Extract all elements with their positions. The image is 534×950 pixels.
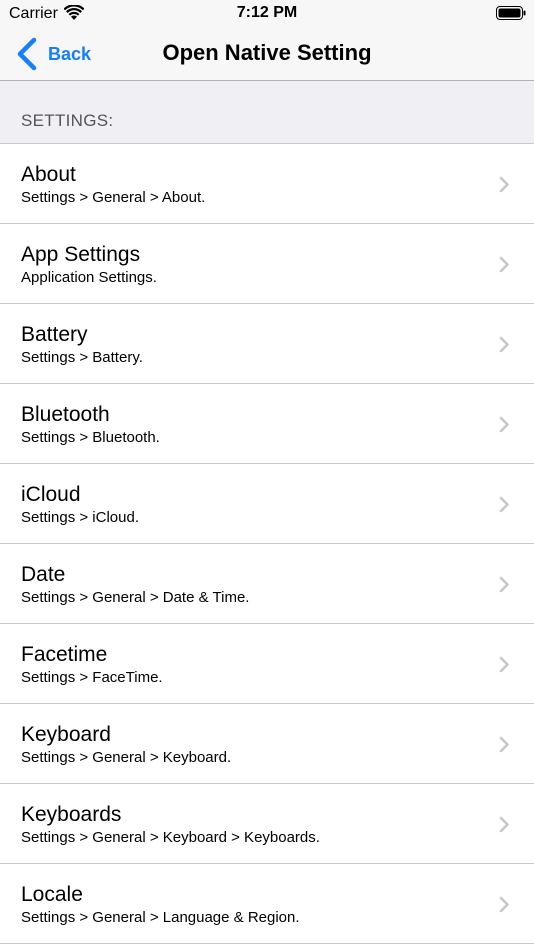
- list-item-app-settings[interactable]: App Settings Application Settings.: [0, 224, 534, 304]
- battery-icon: [496, 6, 526, 20]
- list-item-bluetooth[interactable]: Bluetooth Settings > Bluetooth.: [0, 384, 534, 464]
- chevron-right-icon: [499, 496, 509, 513]
- list-item-subtitle: Settings > General > Date & Time.: [21, 589, 250, 606]
- list-item-title: About: [21, 163, 76, 186]
- list-item-title: Date: [21, 563, 66, 586]
- list-item-icloud[interactable]: iCloud Settings > iCloud.: [0, 464, 534, 544]
- navigation-bar: Back Open Native Setting: [0, 27, 534, 81]
- list-item-subtitle: Settings > General > Keyboard > Keyboard…: [21, 829, 320, 846]
- list-item-title: Bluetooth: [21, 403, 110, 426]
- section-header-label: SETTINGS:: [21, 111, 114, 130]
- status-bar: Carrier 7:12 PM: [0, 0, 534, 27]
- list-item-subtitle: Settings > General > About.: [21, 189, 206, 206]
- list-item-subtitle: Settings > General > Keyboard.: [21, 749, 232, 766]
- list-item-subtitle: Settings > Battery.: [21, 349, 143, 366]
- list-item-title: iCloud: [21, 483, 81, 506]
- section-header: SETTINGS:: [0, 81, 534, 144]
- list-item-subtitle: Settings > iCloud.: [21, 509, 139, 526]
- chevron-right-icon: [499, 176, 509, 193]
- list-item-title: Keyboard: [21, 723, 111, 746]
- list-item-title: Battery: [21, 323, 88, 346]
- list-item-subtitle: Settings > Bluetooth.: [21, 429, 160, 446]
- chevron-right-icon: [499, 576, 509, 593]
- list-item-keyboards[interactable]: Keyboards Settings > General > Keyboard …: [0, 784, 534, 864]
- list-item-title: Keyboards: [21, 803, 122, 826]
- chevron-right-icon: [499, 816, 509, 833]
- list-item-date[interactable]: Date Settings > General > Date & Time.: [0, 544, 534, 624]
- status-time: 7:12 PM: [236, 4, 298, 21]
- settings-list: About Settings > General > About. App Se…: [0, 144, 534, 944]
- list-item-subtitle: Application Settings.: [21, 269, 157, 286]
- list-item-battery[interactable]: Battery Settings > Battery.: [0, 304, 534, 384]
- list-item-about[interactable]: About Settings > General > About.: [0, 144, 534, 224]
- list-item-locale[interactable]: Locale Settings > General > Language & R…: [0, 864, 534, 944]
- chevron-right-icon: [499, 416, 509, 433]
- list-item-keyboard[interactable]: Keyboard Settings > General > Keyboard.: [0, 704, 534, 784]
- chevron-right-icon: [499, 896, 509, 913]
- chevron-right-icon: [499, 656, 509, 673]
- list-item-title: Facetime: [21, 643, 108, 666]
- list-item-title: Locale: [21, 883, 83, 906]
- list-item-subtitle: Settings > FaceTime.: [21, 669, 163, 686]
- page-title: Open Native Setting: [162, 40, 372, 65]
- list-item-subtitle: Settings > General > Language & Region.: [21, 909, 300, 926]
- chevron-right-icon: [499, 736, 509, 753]
- list-item-facetime[interactable]: Facetime Settings > FaceTime.: [0, 624, 534, 704]
- list-item-title: App Settings: [21, 243, 141, 266]
- chevron-right-icon: [499, 256, 509, 273]
- chevron-right-icon: [499, 336, 509, 353]
